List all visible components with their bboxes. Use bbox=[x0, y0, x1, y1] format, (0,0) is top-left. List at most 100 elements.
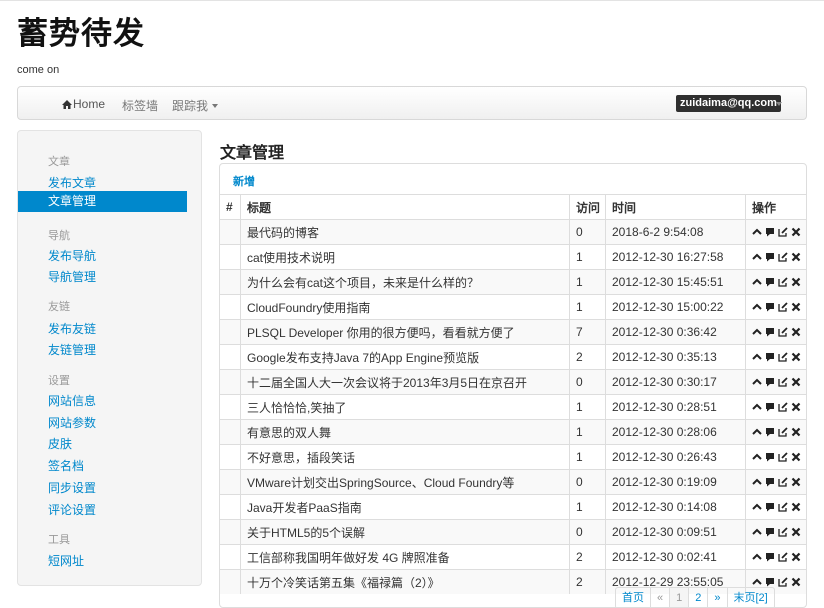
up-icon[interactable] bbox=[752, 452, 762, 462]
edit-icon[interactable] bbox=[778, 452, 788, 462]
delete-icon[interactable] bbox=[791, 277, 801, 287]
article-title-cell[interactable]: 不好意思，插段笑话 bbox=[240, 444, 570, 470]
pager-first[interactable]: 首页 bbox=[615, 587, 651, 607]
delete-icon[interactable] bbox=[791, 377, 801, 387]
comment-icon[interactable] bbox=[765, 527, 775, 537]
up-icon[interactable] bbox=[752, 527, 762, 537]
edit-icon[interactable] bbox=[778, 377, 788, 387]
delete-icon[interactable] bbox=[791, 452, 801, 462]
delete-icon[interactable] bbox=[791, 577, 801, 587]
up-icon[interactable] bbox=[752, 477, 762, 487]
up-icon[interactable] bbox=[752, 252, 762, 262]
pager-next[interactable]: » bbox=[708, 587, 728, 607]
sidebar-item-article-manage[interactable]: 文章管理 bbox=[18, 191, 187, 212]
pager-last[interactable]: 末页[2] bbox=[727, 587, 775, 607]
edit-icon[interactable] bbox=[778, 552, 788, 562]
comment-icon[interactable] bbox=[765, 402, 775, 412]
article-title-cell[interactable]: 关于HTML5的5个误解 bbox=[240, 519, 570, 545]
user-menu-button[interactable]: zuidaima@qq.com bbox=[676, 95, 781, 112]
sidebar-item-short-url[interactable]: 短网址 bbox=[48, 552, 84, 569]
edit-icon[interactable] bbox=[778, 577, 788, 587]
edit-icon[interactable] bbox=[778, 252, 788, 262]
delete-icon[interactable] bbox=[791, 477, 801, 487]
delete-icon[interactable] bbox=[791, 302, 801, 312]
sidebar-item-publish-link[interactable]: 发布友链 bbox=[48, 320, 96, 337]
edit-icon[interactable] bbox=[778, 327, 788, 337]
delete-icon[interactable] bbox=[791, 427, 801, 437]
article-title-cell[interactable]: Java开发者PaaS指南 bbox=[240, 494, 570, 520]
comment-icon[interactable] bbox=[765, 377, 775, 387]
edit-icon[interactable] bbox=[778, 427, 788, 437]
pager-prev[interactable]: « bbox=[651, 587, 671, 607]
comment-icon[interactable] bbox=[765, 352, 775, 362]
sidebar-item-site-params[interactable]: 网站参数 bbox=[48, 414, 96, 431]
article-title-cell[interactable]: 最代码的博客 bbox=[240, 219, 570, 245]
delete-icon[interactable] bbox=[791, 227, 801, 237]
article-title-cell[interactable]: VMware计划交出SpringSource、Cloud Foundry等 bbox=[240, 469, 570, 495]
comment-icon[interactable] bbox=[765, 277, 775, 287]
sidebar-item-nav-manage[interactable]: 导航管理 bbox=[48, 268, 96, 285]
up-icon[interactable] bbox=[752, 577, 762, 587]
up-icon[interactable] bbox=[752, 327, 762, 337]
up-icon[interactable] bbox=[752, 352, 762, 362]
up-icon[interactable] bbox=[752, 227, 762, 237]
sidebar-item-skin[interactable]: 皮肤 bbox=[48, 435, 72, 452]
article-title-cell[interactable]: Google发布支持Java 7的App Engine预览版 bbox=[240, 344, 570, 370]
article-title-cell[interactable]: 工信部称我国明年做好发 4G 牌照准备 bbox=[240, 544, 570, 570]
edit-icon[interactable] bbox=[778, 527, 788, 537]
sidebar-item-signature[interactable]: 签名档 bbox=[48, 457, 84, 474]
edit-icon[interactable] bbox=[778, 227, 788, 237]
delete-icon[interactable] bbox=[791, 402, 801, 412]
edit-icon[interactable] bbox=[778, 402, 788, 412]
sidebar-item-comment-settings[interactable]: 评论设置 bbox=[48, 501, 96, 518]
article-title-cell[interactable]: 三人恰恰恰,笑抽了 bbox=[240, 394, 570, 420]
comment-icon[interactable] bbox=[765, 427, 775, 437]
article-title-cell[interactable]: 为什么会有cat这个项目，未来是什么样的？ bbox=[240, 269, 570, 295]
new-article-link[interactable]: 新增 bbox=[233, 173, 255, 189]
article-title-cell[interactable]: PLSQL Developer 你用的很方便吗，看看就方便了 bbox=[240, 319, 570, 345]
article-title-cell[interactable]: 十二届全国人大一次会议将于2013年3月5日在京召开 bbox=[240, 369, 570, 395]
delete-icon[interactable] bbox=[791, 252, 801, 262]
delete-icon[interactable] bbox=[791, 327, 801, 337]
sidebar-item-site-info[interactable]: 网站信息 bbox=[48, 392, 96, 409]
comment-icon[interactable] bbox=[765, 327, 775, 337]
comment-icon[interactable] bbox=[765, 477, 775, 487]
article-title-cell[interactable]: CloudFoundry使用指南 bbox=[240, 294, 570, 320]
nav-follow-dropdown[interactable]: 跟踪我 bbox=[172, 97, 219, 114]
up-icon[interactable] bbox=[752, 402, 762, 412]
edit-icon[interactable] bbox=[778, 502, 788, 512]
edit-icon[interactable] bbox=[778, 277, 788, 287]
comment-icon[interactable] bbox=[765, 227, 775, 237]
delete-icon[interactable] bbox=[791, 552, 801, 562]
pager-page-2[interactable]: 2 bbox=[689, 587, 709, 607]
edit-icon[interactable] bbox=[778, 352, 788, 362]
comment-icon[interactable] bbox=[765, 252, 775, 262]
edit-icon[interactable] bbox=[778, 302, 788, 312]
nav-tag-wall[interactable]: 标签墙 bbox=[122, 97, 158, 114]
up-icon[interactable] bbox=[752, 277, 762, 287]
comment-icon[interactable] bbox=[765, 502, 775, 512]
delete-icon[interactable] bbox=[791, 352, 801, 362]
sidebar-item-link-manage[interactable]: 友链管理 bbox=[48, 341, 96, 358]
up-icon[interactable] bbox=[752, 552, 762, 562]
sidebar-item-sync[interactable]: 同步设置 bbox=[48, 479, 96, 496]
delete-icon[interactable] bbox=[791, 502, 801, 512]
comment-icon[interactable] bbox=[765, 577, 775, 587]
article-title-cell[interactable]: cat使用技术说明 bbox=[240, 244, 570, 270]
sidebar-item-publish-nav[interactable]: 发布导航 bbox=[48, 247, 96, 264]
up-icon[interactable] bbox=[752, 502, 762, 512]
comment-icon[interactable] bbox=[765, 452, 775, 462]
up-icon[interactable] bbox=[752, 377, 762, 387]
chevron-down-icon[interactable] bbox=[776, 102, 782, 106]
pager-page-1[interactable]: 1 bbox=[670, 587, 690, 607]
edit-icon[interactable] bbox=[778, 477, 788, 487]
nav-home-link[interactable]: Home bbox=[62, 97, 105, 111]
up-icon[interactable] bbox=[752, 302, 762, 312]
article-title-cell[interactable]: 十万个冷笑话第五集《福禄篇（2）》 bbox=[240, 569, 570, 594]
comment-icon[interactable] bbox=[765, 302, 775, 312]
sidebar-item-publish-article[interactable]: 发布文章 bbox=[48, 174, 96, 191]
up-icon[interactable] bbox=[752, 427, 762, 437]
delete-icon[interactable] bbox=[791, 527, 801, 537]
comment-icon[interactable] bbox=[765, 552, 775, 562]
article-title-cell[interactable]: 有意思的双人舞 bbox=[240, 419, 570, 445]
